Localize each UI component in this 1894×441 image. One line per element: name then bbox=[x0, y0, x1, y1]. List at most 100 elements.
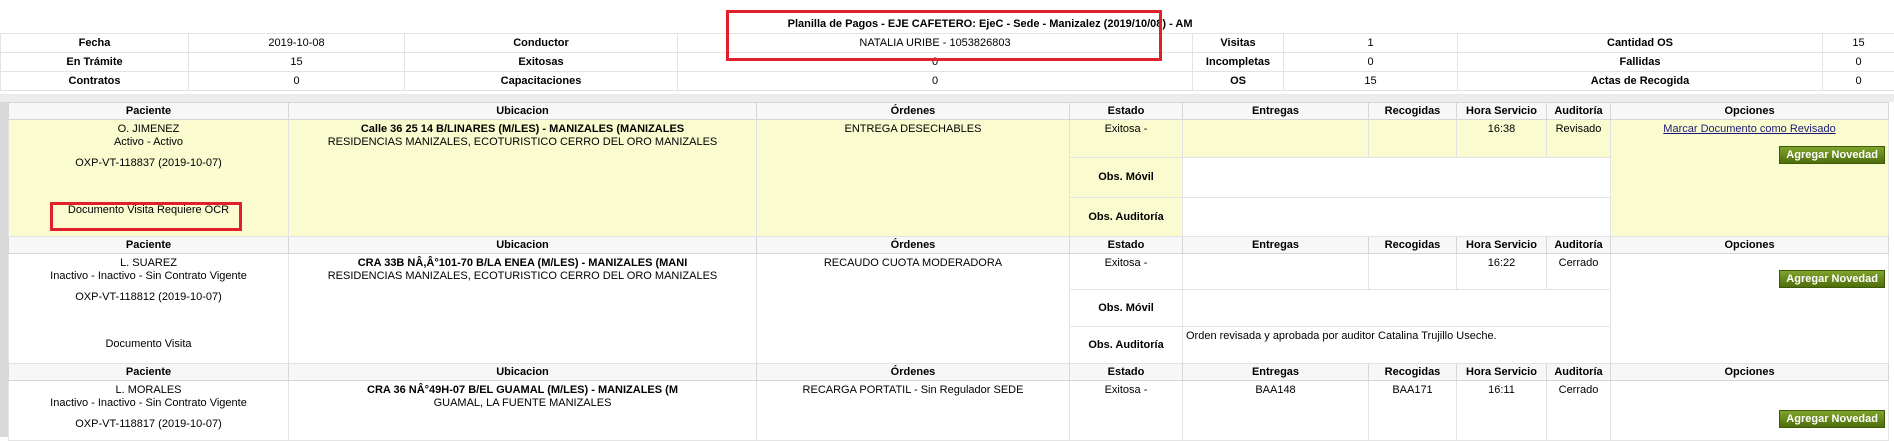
col-header-ordenes: Órdenes bbox=[757, 103, 1070, 120]
summary-label: Fallidas bbox=[1458, 53, 1823, 72]
col-header-ordenes: Órdenes bbox=[757, 364, 1070, 381]
location-cell: CRA 33B NÂ,Â°101-70 B/LA ENEA (M/LES) - … bbox=[289, 254, 757, 364]
patient-status: Activo - Activo bbox=[12, 136, 285, 149]
patient-name: O. JIMENEZ bbox=[12, 123, 285, 136]
obs-auditoria-label: Obs. Auditoría bbox=[1070, 197, 1183, 236]
summary-label: Visitas bbox=[1193, 34, 1284, 53]
options-cell: Agregar Novedad bbox=[1611, 381, 1889, 441]
col-header-auditoria: Auditoría bbox=[1547, 103, 1611, 120]
orders-cell: RECARGA PORTATIL - Sin Regulador SEDE bbox=[757, 381, 1070, 441]
summary-label: Exitosas bbox=[405, 53, 678, 72]
visit-row: L. MORALES Inactivo - Inactivo - Sin Con… bbox=[9, 381, 1889, 441]
visit-row: L. SUAREZ Inactivo - Inactivo - Sin Cont… bbox=[9, 254, 1889, 290]
obs-movil-label: Obs. Móvil bbox=[1070, 158, 1183, 197]
location-detail: GUAMAL, LA FUENTE MANIZALES bbox=[292, 397, 753, 410]
summary-value: 0 bbox=[1823, 53, 1894, 72]
obs-auditoria-label: Obs. Auditoría bbox=[1070, 327, 1183, 364]
obs-movil-label: Obs. Móvil bbox=[1070, 290, 1183, 327]
summary-row: Contratos 0 Capacitaciones 0 OS 15 Actas… bbox=[1, 72, 1894, 91]
summary-table: Planilla de Pagos - EJE CAFETERO: EjeC -… bbox=[0, 14, 1894, 91]
summary-label: OS bbox=[1193, 72, 1284, 91]
location-cell: CRA 36 NÂ°49H-07 B/EL GUAMAL (M/LES) - M… bbox=[289, 381, 757, 441]
add-novelty-button[interactable]: Agregar Novedad bbox=[1779, 270, 1885, 288]
col-header-opciones: Opciones bbox=[1611, 237, 1889, 254]
audit-cell: Cerrado bbox=[1547, 254, 1611, 290]
left-gutter bbox=[0, 102, 8, 437]
time-cell: 16:22 bbox=[1457, 254, 1547, 290]
summary-label: Capacitaciones bbox=[405, 72, 678, 91]
patient-name: L. SUAREZ bbox=[12, 257, 285, 270]
visit-code: OXP-VT-118837 (2019-10-07) bbox=[12, 157, 285, 170]
patient-status: Inactivo - Inactivo - Sin Contrato Vigen… bbox=[12, 397, 285, 410]
add-novelty-button[interactable]: Agregar Novedad bbox=[1779, 410, 1885, 428]
summary-value: 0 bbox=[678, 53, 1193, 72]
options-cell: Marcar Documento como Revisado Agregar N… bbox=[1611, 120, 1889, 237]
visit-row: O. JIMENEZ Activo - Activo OXP-VT-118837… bbox=[9, 120, 1889, 158]
summary-value: 0 bbox=[189, 72, 405, 91]
visits-table: Paciente Ubicacion Órdenes Estado Entreg… bbox=[8, 102, 1889, 441]
location-cell: Calle 36 25 14 B/LINARES (M/LES) - MANIZ… bbox=[289, 120, 757, 237]
location-detail: RESIDENCIAS MANIZALES, ECOTURISTICO CERR… bbox=[292, 136, 753, 149]
time-cell: 16:11 bbox=[1457, 381, 1547, 441]
summary-label: Cantidad OS bbox=[1458, 34, 1823, 53]
visit-code: OXP-VT-118812 (2019-10-07) bbox=[12, 291, 285, 304]
summary-row: Fecha 2019-10-08 Conductor NATALIA URIBE… bbox=[1, 34, 1894, 53]
patient-cell: L. MORALES Inactivo - Inactivo - Sin Con… bbox=[9, 381, 289, 441]
visit-code: OXP-VT-118817 (2019-10-07) bbox=[12, 418, 285, 431]
patient-status: Inactivo - Inactivo - Sin Contrato Vigen… bbox=[12, 270, 285, 283]
audit-cell: Cerrado bbox=[1547, 381, 1611, 441]
col-header-ubicacion: Ubicacion bbox=[289, 237, 757, 254]
add-novelty-button[interactable]: Agregar Novedad bbox=[1779, 146, 1885, 164]
column-header-row: Paciente Ubicacion Órdenes Estado Entreg… bbox=[9, 364, 1889, 381]
col-header-estado: Estado bbox=[1070, 237, 1183, 254]
summary-label: Actas de Recogida bbox=[1458, 72, 1823, 91]
col-header-recogidas: Recogidas bbox=[1369, 364, 1457, 381]
obs-movil-text bbox=[1183, 290, 1611, 327]
summary-value: 15 bbox=[1284, 72, 1458, 91]
summary-value: 1 bbox=[1284, 34, 1458, 53]
col-header-recogidas: Recogidas bbox=[1369, 237, 1457, 254]
summary-value: 0 bbox=[1823, 72, 1894, 91]
driver-value: NATALIA URIBE - 1053826803 bbox=[678, 34, 1193, 53]
summary-label: En Trámite bbox=[1, 53, 189, 72]
summary-label: Conductor bbox=[405, 34, 678, 53]
state-cell: Exitosa - bbox=[1070, 254, 1183, 290]
summary-row: En Trámite 15 Exitosas 0 Incompletas 0 F… bbox=[1, 53, 1894, 72]
document-links[interactable]: Documento Visita Requiere OCR bbox=[12, 204, 285, 217]
col-header-paciente: Paciente bbox=[9, 364, 289, 381]
col-header-recogidas: Recogidas bbox=[1369, 103, 1457, 120]
patient-name: L. MORALES bbox=[12, 384, 285, 397]
pickups-cell bbox=[1369, 120, 1457, 158]
address: CRA 36 NÂ°49H-07 B/EL GUAMAL (M/LES) - M… bbox=[292, 384, 753, 397]
col-header-paciente: Paciente bbox=[9, 237, 289, 254]
patient-cell: O. JIMENEZ Activo - Activo OXP-VT-118837… bbox=[9, 120, 289, 237]
section-separator bbox=[0, 94, 1894, 102]
document-links[interactable]: Documento Visita bbox=[12, 338, 285, 351]
col-header-ubicacion: Ubicacion bbox=[289, 364, 757, 381]
state-cell: Exitosa - bbox=[1070, 120, 1183, 158]
col-header-hora: Hora Servicio bbox=[1457, 103, 1547, 120]
time-cell: 16:38 bbox=[1457, 120, 1547, 158]
col-header-estado: Estado bbox=[1070, 364, 1183, 381]
state-cell: Exitosa - bbox=[1070, 381, 1183, 441]
col-header-entregas: Entregas bbox=[1183, 237, 1369, 254]
col-header-hora: Hora Servicio bbox=[1457, 364, 1547, 381]
col-header-opciones: Opciones bbox=[1611, 103, 1889, 120]
location-detail: RESIDENCIAS MANIZALES, ECOTURISTICO CERR… bbox=[292, 270, 753, 283]
address: CRA 33B NÂ,Â°101-70 B/LA ENEA (M/LES) - … bbox=[292, 257, 753, 270]
col-header-entregas: Entregas bbox=[1183, 364, 1369, 381]
col-header-entregas: Entregas bbox=[1183, 103, 1369, 120]
patient-cell: L. SUAREZ Inactivo - Inactivo - Sin Cont… bbox=[9, 254, 289, 364]
col-header-opciones: Opciones bbox=[1611, 364, 1889, 381]
deliveries-cell: BAA148 bbox=[1183, 381, 1369, 441]
orders-cell: RECAUDO CUOTA MODERADORA bbox=[757, 254, 1070, 364]
summary-label: Incompletas bbox=[1193, 53, 1284, 72]
obs-auditoria-text: Orden revisada y aprobada por auditor Ca… bbox=[1183, 327, 1611, 364]
summary-label: Contratos bbox=[1, 72, 189, 91]
summary-label: Fecha bbox=[1, 34, 189, 53]
col-header-estado: Estado bbox=[1070, 103, 1183, 120]
orders-cell: ENTREGA DESECHABLES bbox=[757, 120, 1070, 237]
address: Calle 36 25 14 B/LINARES (M/LES) - MANIZ… bbox=[292, 123, 753, 136]
mark-reviewed-link[interactable]: Marcar Documento como Revisado bbox=[1614, 123, 1885, 136]
summary-value: 2019-10-08 bbox=[189, 34, 405, 53]
